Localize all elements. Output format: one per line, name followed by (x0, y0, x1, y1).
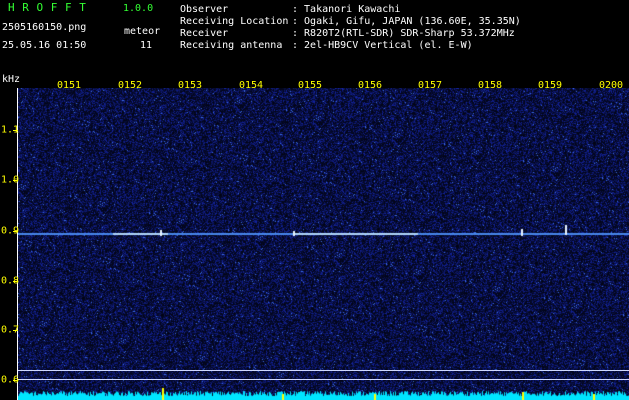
time-tick-label: 0159 (537, 80, 563, 91)
freq-tick-mark (13, 330, 18, 331)
info-row-antenna: Receiving antenna : 2el-HB9CV Vertical (e… (180, 40, 473, 52)
spectrogram-canvas (18, 88, 629, 400)
time-tick-label: 0152 (117, 80, 143, 91)
info-key: Receiver (180, 28, 229, 39)
info-row-observer: Observer : Takanori Kawachi (180, 4, 400, 16)
time-tick-label: 0154 (238, 80, 264, 91)
freq-tick-mark (13, 380, 18, 381)
time-tick-label: 0157 (417, 80, 443, 91)
info-value: : R820T2(RTL-SDR) SDR-Sharp 53.372MHz (292, 28, 515, 39)
filter-line-lower (18, 379, 629, 380)
filename: 2505160150.png (2, 22, 87, 33)
freq-tick-mark (13, 180, 18, 181)
info-key: Observer (180, 4, 229, 15)
info-row-receiver: Receiver : R820T2(RTL-SDR) SDR-Sharp 53.3… (180, 28, 515, 40)
meteor-label: meteor (124, 26, 161, 37)
app-version: 1.0.0 (123, 3, 154, 14)
meteor-count: 11 (140, 40, 153, 51)
freq-tick-mark (13, 231, 18, 232)
app-title: H R O F F T (8, 1, 87, 14)
info-row-location: Receiving Location: Ogaki, Gifu, JAPAN (… (180, 16, 521, 28)
info-value: : Takanori Kawachi (292, 4, 401, 15)
freq-tick-mark (13, 281, 18, 282)
y-axis-unit: kHz (2, 74, 21, 85)
timestamp: 25.05.16 01:50 (2, 40, 87, 51)
info-value: : Ogaki, Gifu, JAPAN (136.60E, 35.35N) (292, 16, 521, 27)
info-key: Receiving antenna (180, 40, 283, 51)
info-value: : 2el-HB9CV Vertical (el. E-W) (292, 40, 473, 51)
filter-line-upper (18, 370, 629, 371)
time-tick-label: 0151 (56, 80, 82, 91)
time-tick-label: 0153 (177, 80, 203, 91)
time-tick-label: 0156 (357, 80, 383, 91)
freq-tick-mark (13, 130, 18, 131)
time-tick-label: 0155 (297, 80, 323, 91)
time-tick-label: 0200 (598, 80, 624, 91)
time-tick-label: 0158 (477, 80, 503, 91)
info-key: Receiving Location (180, 16, 289, 27)
